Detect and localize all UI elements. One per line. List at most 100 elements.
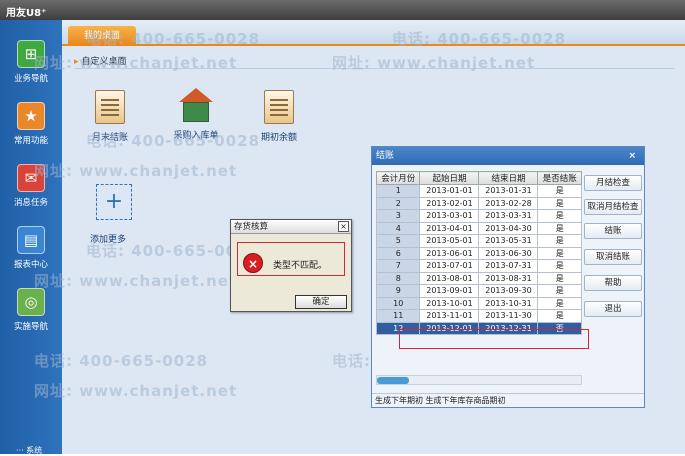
cell-end[interactable]: 2013-06-30 <box>478 246 539 260</box>
cell-end[interactable]: 2013-08-31 <box>478 271 539 285</box>
table-row[interactable]: 9 2013-09-01 2013-09-30 是 <box>375 284 582 298</box>
dialog-header: 结账 × <box>372 147 644 165</box>
plus-icon: + <box>104 189 124 214</box>
cell-end[interactable]: 2013-09-30 <box>478 284 539 298</box>
table-row[interactable]: 2 2013-02-01 2013-02-28 是 <box>375 196 582 210</box>
watermark-site: 网址: www.chanjet.net <box>34 162 238 180</box>
report-icon: ▤ <box>17 226 45 254</box>
cell-start[interactable]: 2013-11-01 <box>419 309 480 323</box>
cell-month[interactable]: 7 <box>375 259 421 273</box>
month-end-check-button[interactable]: 月结检查 <box>584 175 642 191</box>
column-header[interactable]: 结束日期 <box>478 171 539 185</box>
table-row[interactable]: 7 2013-07-01 2013-07-31 是 <box>375 259 582 273</box>
watermark-site: 网址: www.chanjet.net <box>34 272 238 290</box>
sidebar-bottom-item[interactable]: ··· 系统 <box>16 445 42 456</box>
scrollbar-thumb[interactable] <box>377 377 409 384</box>
cell-end[interactable]: 2013-05-31 <box>478 234 539 248</box>
cell-closed[interactable]: 是 <box>537 309 582 323</box>
cell-month[interactable]: 6 <box>375 246 421 260</box>
watermark-site: 网址: www.chanjet.net <box>34 54 238 72</box>
add-more-button[interactable]: + <box>96 184 132 220</box>
help-button[interactable]: 帮助 <box>584 275 642 291</box>
sidebar-item-label: 业务导航 <box>13 74 48 84</box>
close-account-dialog: 结账 × 会计月份 起始日期 结束日期 是否结账 1 2013-01-01 2013… <box>371 146 645 408</box>
dialog-title: 结账 <box>376 151 395 161</box>
message-box-header: 存货核算 × <box>231 220 351 234</box>
table-row[interactable]: 6 2013-06-01 2013-06-30 是 <box>375 246 582 260</box>
cell-closed[interactable]: 是 <box>537 296 582 310</box>
sidebar-item-favorites[interactable]: ★ 常用功能 <box>0 102 62 146</box>
cell-start[interactable]: 2013-02-01 <box>419 196 480 210</box>
cell-month[interactable]: 4 <box>375 221 421 235</box>
warehouse-icon <box>179 88 213 122</box>
cell-month[interactable]: 5 <box>375 234 421 248</box>
message-box-title: 存货核算 <box>234 222 269 232</box>
cell-end[interactable]: 2013-07-31 <box>478 259 539 273</box>
column-header[interactable]: 是否结账 <box>537 171 582 185</box>
sidebar-item-label: 实施导航 <box>13 322 48 332</box>
cell-closed[interactable]: 是 <box>537 209 582 223</box>
table-row[interactable]: 11 2013-11-01 2013-11-30 是 <box>375 309 582 323</box>
ledger-icon <box>264 90 294 124</box>
cell-end[interactable]: 2013-10-31 <box>478 296 539 310</box>
cell-start[interactable]: 2013-01-01 <box>419 184 480 198</box>
error-message-box: 存货核算 × × 类型不匹配。 确定 <box>230 219 352 312</box>
table-row[interactable]: 5 2013-05-01 2013-05-31 是 <box>375 234 582 248</box>
watermark-phone: 电话: 400-665-0028 <box>34 352 209 370</box>
watermark-site: 网址: www.chanjet.net <box>332 54 536 72</box>
period-table: 会计月份 起始日期 结束日期 是否结账 1 2013-01-01 2013-01-3… <box>375 171 582 335</box>
status-bar: 生成下年期初 生成下年库存商品期初 <box>372 393 644 407</box>
cancel-close-account-button[interactable]: 取消结账 <box>584 249 642 265</box>
cell-start[interactable]: 2013-07-01 <box>419 259 480 273</box>
cell-closed[interactable]: 是 <box>537 259 582 273</box>
cell-month[interactable]: 10 <box>375 296 421 310</box>
cell-start[interactable]: 2013-10-01 <box>419 296 480 310</box>
sidebar-item-label: 常用功能 <box>13 136 48 146</box>
cell-closed[interactable]: 是 <box>537 271 582 285</box>
horizontal-scrollbar[interactable] <box>376 375 582 385</box>
cell-start[interactable]: 2013-04-01 <box>419 221 480 235</box>
table-row[interactable]: 8 2013-08-01 2013-08-31 是 <box>375 271 582 285</box>
cell-month[interactable]: 11 <box>375 309 421 323</box>
close-account-button[interactable]: 结账 <box>584 223 642 239</box>
cell-closed[interactable]: 是 <box>537 246 582 260</box>
column-header[interactable]: 会计月份 <box>375 171 421 185</box>
close-icon[interactable]: × <box>338 221 349 232</box>
cell-month[interactable]: 8 <box>375 271 421 285</box>
sidebar-item-label: 消息任务 <box>13 198 48 208</box>
cell-start[interactable]: 2013-03-01 <box>419 209 480 223</box>
ok-button[interactable]: 确定 <box>295 295 347 309</box>
table-row[interactable]: 4 2013-04-01 2013-04-30 是 <box>375 221 582 235</box>
implement-nav-icon: ◎ <box>17 288 45 316</box>
sidebar-item-reports[interactable]: ▤ 报表中心 <box>0 226 62 270</box>
cell-end[interactable]: 2013-11-30 <box>478 309 539 323</box>
cell-closed[interactable]: 是 <box>537 221 582 235</box>
cell-start[interactable]: 2013-09-01 <box>419 284 480 298</box>
exit-button[interactable]: 退出 <box>584 301 642 317</box>
cell-end[interactable]: 2013-01-31 <box>478 184 539 198</box>
table-row[interactable]: 1 2013-01-01 2013-01-31 是 <box>375 184 582 198</box>
sidebar-item-implement-nav[interactable]: ◎ 实施导航 <box>0 288 62 332</box>
watermark-site: 网址: www.chanjet.net <box>34 382 238 400</box>
cell-month[interactable]: 9 <box>375 284 421 298</box>
cell-start[interactable]: 2013-05-01 <box>419 234 480 248</box>
watermark-phone: 电话: 400-665-0028 <box>86 30 261 48</box>
watermark-phone: 电话: 400-665-0028 <box>392 30 567 48</box>
close-icon[interactable]: × <box>628 147 636 165</box>
cell-month[interactable]: 1 <box>375 184 421 198</box>
cell-closed[interactable]: 是 <box>537 284 582 298</box>
table-row[interactable]: 3 2013-03-01 2013-03-31 是 <box>375 209 582 223</box>
cell-closed[interactable]: 是 <box>537 234 582 248</box>
cell-end[interactable]: 2013-02-28 <box>478 196 539 210</box>
cell-end[interactable]: 2013-04-30 <box>478 221 539 235</box>
cell-start[interactable]: 2013-06-01 <box>419 246 480 260</box>
cell-closed[interactable]: 是 <box>537 184 582 198</box>
cell-month[interactable]: 2 <box>375 196 421 210</box>
column-header[interactable]: 起始日期 <box>419 171 480 185</box>
cell-start[interactable]: 2013-08-01 <box>419 271 480 285</box>
cancel-month-end-check-button[interactable]: 取消月结检查 <box>584 199 642 215</box>
cell-month[interactable]: 3 <box>375 209 421 223</box>
cell-end[interactable]: 2013-03-31 <box>478 209 539 223</box>
cell-closed[interactable]: 是 <box>537 196 582 210</box>
table-row[interactable]: 10 2013-10-01 2013-10-31 是 <box>375 296 582 310</box>
